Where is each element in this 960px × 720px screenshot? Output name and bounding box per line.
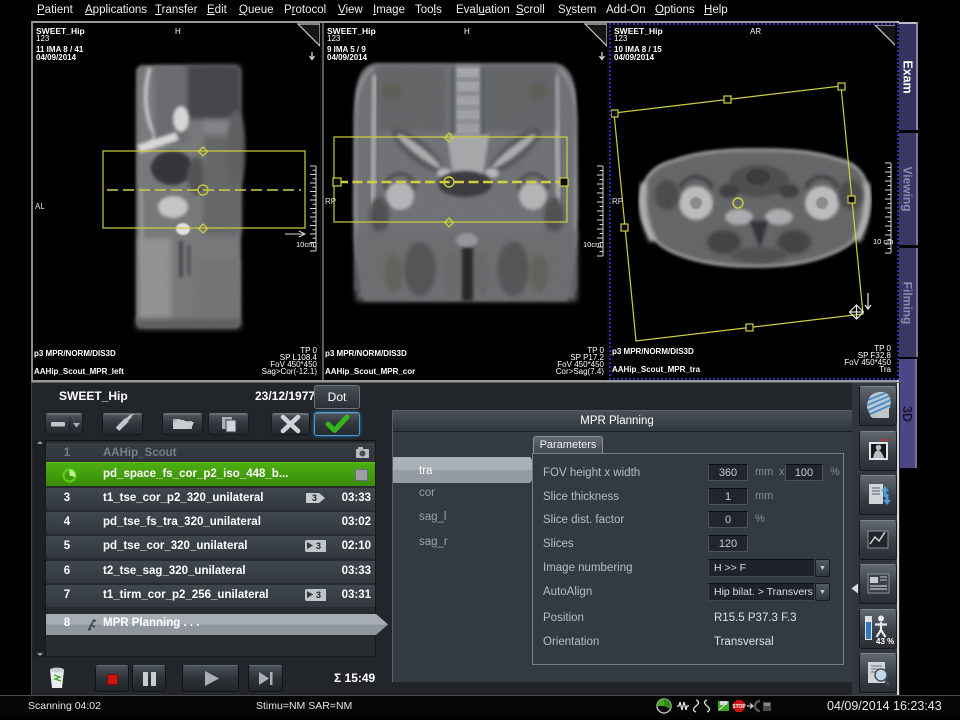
svg-text:Tra: Tra <box>879 365 891 374</box>
svg-text:123: 123 <box>36 34 50 43</box>
svg-text:Cor>Sag(7.4): Cor>Sag(7.4) <box>556 367 605 376</box>
svg-text:STOP: STOP <box>732 704 746 710</box>
svg-text:RP: RP <box>325 197 336 206</box>
svg-text:AL: AL <box>35 202 45 211</box>
svg-text:p3 MPR/NORM/DIS3D: p3 MPR/NORM/DIS3D <box>325 349 407 358</box>
svg-text:3: 3 <box>316 590 321 600</box>
svg-text:Sag>Cor(-12.1): Sag>Cor(-12.1) <box>262 367 318 376</box>
svg-text:3: 3 <box>312 493 317 503</box>
svg-text:04/09/2014: 04/09/2014 <box>614 53 655 62</box>
svg-text:10 cm: 10 cm <box>873 237 893 246</box>
svg-text:10cm: 10cm <box>583 240 601 249</box>
svg-text:04/09/2014: 04/09/2014 <box>327 53 368 62</box>
svg-text:tra: tra <box>419 465 433 477</box>
svg-text:43 %: 43 % <box>876 637 894 646</box>
svg-text:H: H <box>464 27 470 36</box>
svg-text:p3 MPR/NORM/DIS3D: p3 MPR/NORM/DIS3D <box>34 349 116 358</box>
svg-text:04/09/2014: 04/09/2014 <box>36 53 77 62</box>
svg-text:RP: RP <box>612 197 623 206</box>
svg-text:123: 123 <box>327 34 341 43</box>
svg-text:AAHip_Scout_MPR_tra: AAHip_Scout_MPR_tra <box>612 365 701 374</box>
svg-text:3: 3 <box>316 541 321 551</box>
svg-text:AAHip_Scout_MPR_cor: AAHip_Scout_MPR_cor <box>325 367 415 376</box>
svg-text:H: H <box>175 27 181 36</box>
svg-text:AAHip_Scout_MPR_left: AAHip_Scout_MPR_left <box>34 367 124 376</box>
svg-text:123: 123 <box>614 34 628 43</box>
svg-text:10cm: 10cm <box>296 240 314 249</box>
svg-text:AR: AR <box>750 27 761 36</box>
svg-text:p3 MPR/NORM/DIS3D: p3 MPR/NORM/DIS3D <box>612 347 694 356</box>
